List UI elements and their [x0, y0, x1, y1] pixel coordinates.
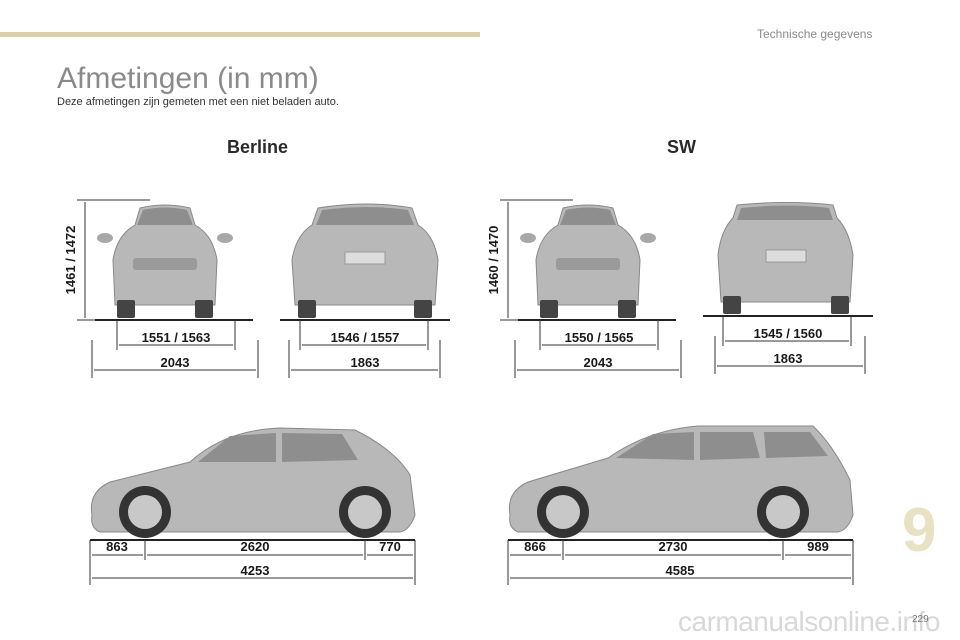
- sw-front-track: 1550 / 1565: [565, 330, 634, 345]
- sw-rear-car-illustration: [717, 202, 854, 314]
- berline-wheelbase: 2620: [241, 539, 270, 554]
- sw-rear-view: 1545 / 1560 1863: [703, 202, 873, 374]
- berline-rear-car-illustration: [291, 203, 439, 318]
- berline-rear-overhang: 770: [379, 539, 401, 554]
- sw-rear-track: 1545 / 1560: [754, 326, 823, 341]
- berline-rear-view: 1546 / 1557 1863: [280, 203, 450, 378]
- header-accent-rule: [0, 32, 480, 37]
- sw-rear-overhang: 989: [807, 539, 829, 554]
- sw-front-view: 1460 / 1470 1550 / 1565 2043: [486, 199, 682, 378]
- berline-front-view: 1461 / 1472 1551 / 1563 2043: [63, 199, 259, 378]
- berline-side-car-illustration: [90, 427, 416, 538]
- page-title: Afmetingen (in mm): [57, 62, 319, 95]
- sw-heading: SW: [667, 137, 696, 157]
- sw-rear-width: 1863: [774, 351, 803, 366]
- berline-rear-track: 1546 / 1557: [331, 330, 400, 345]
- page-subtitle: Deze afmetingen zijn gemeten met een nie…: [57, 96, 339, 108]
- sw-front-car-illustration: [520, 204, 656, 318]
- sw-length: 4585: [666, 563, 695, 578]
- berline-heading: Berline: [227, 137, 289, 157]
- berline-front-car-illustration: [97, 204, 233, 318]
- chapter-number: 9: [902, 496, 937, 565]
- section-header: Technische gegevens: [757, 27, 873, 41]
- berline-length: 4253: [241, 563, 270, 578]
- page-number: 229: [912, 614, 929, 625]
- berline-height-label: 1461 / 1472: [63, 226, 78, 295]
- sw-height-label: 1460 / 1470: [486, 226, 501, 295]
- berline-rear-width: 1863: [351, 355, 380, 370]
- berline-front-track: 1551 / 1563: [142, 330, 211, 345]
- sw-front-overhang: 866: [524, 539, 546, 554]
- berline-side-view: 863 2620 770 4253: [89, 427, 416, 585]
- berline-front-width: 2043: [161, 355, 190, 370]
- sw-side-car-illustration: [508, 425, 854, 538]
- sw-front-width: 2043: [584, 355, 613, 370]
- watermark: carmanualsonline.info: [678, 606, 940, 637]
- sw-wheelbase: 2730: [659, 539, 688, 554]
- sw-side-view: 866 2730 989 4585: [507, 425, 854, 585]
- berline-front-overhang: 863: [106, 539, 128, 554]
